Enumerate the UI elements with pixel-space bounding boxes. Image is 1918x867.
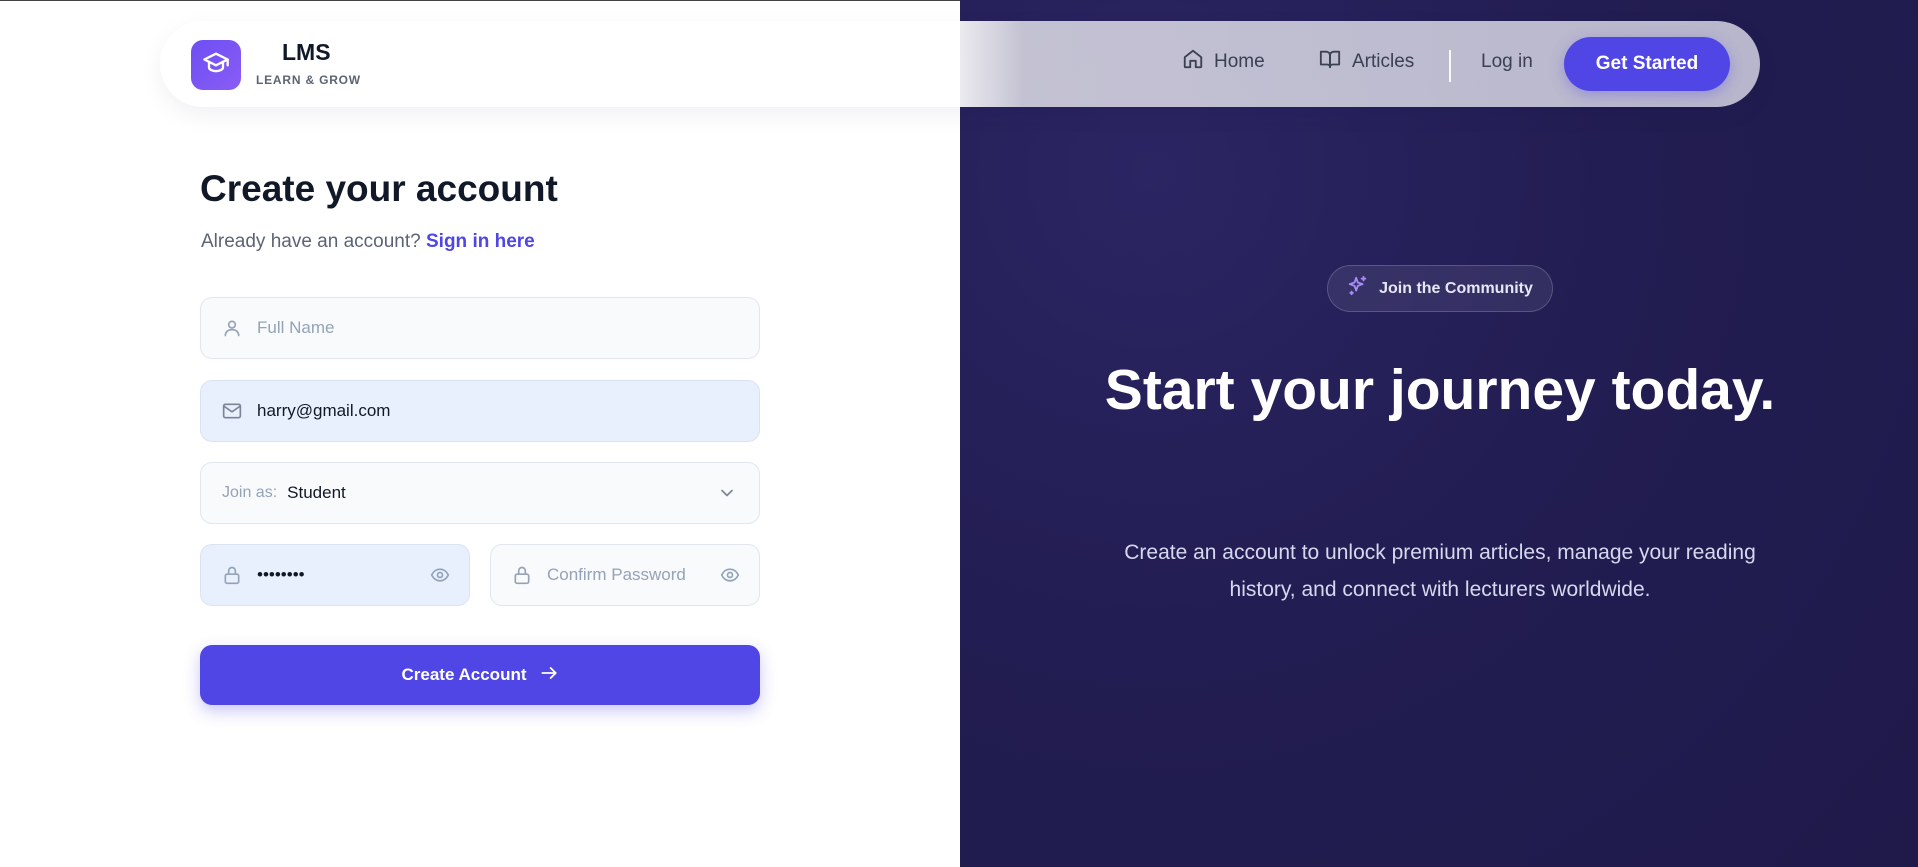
hero-description: Create an account to unlock premium arti… <box>1124 541 1756 601</box>
lock-icon <box>221 564 243 586</box>
sparkles-icon <box>1347 275 1369 302</box>
get-started-button[interactable]: Get Started <box>1564 37 1730 91</box>
navbar: LMS LEARN & GROW Home Articles Log in Ge… <box>160 21 1760 107</box>
email-field[interactable] <box>200 380 760 442</box>
signin-link[interactable]: Sign in here <box>426 231 535 252</box>
full-name-field[interactable] <box>200 297 760 359</box>
password-input[interactable] <box>257 565 406 585</box>
hero-title: Start your journey today. <box>1104 358 1776 422</box>
arrow-right-icon <box>539 663 559 688</box>
chevron-down-icon <box>717 483 737 508</box>
book-open-icon <box>1318 48 1342 76</box>
nav-articles-link[interactable]: Articles <box>1318 48 1414 76</box>
eye-icon[interactable] <box>719 565 741 590</box>
confirm-password-input[interactable] <box>547 565 716 585</box>
role-select[interactable]: Join as: Student <box>200 462 760 524</box>
full-name-input[interactable] <box>257 318 688 338</box>
community-badge: Join the Community <box>1327 265 1553 312</box>
nav-divider <box>1449 50 1451 82</box>
password-field[interactable] <box>200 544 470 606</box>
nav-home-link[interactable]: Home <box>1182 48 1265 76</box>
lock-icon <box>511 564 533 586</box>
nav-articles-label: Articles <box>1352 51 1415 72</box>
confirm-password-field[interactable] <box>490 544 760 606</box>
create-account-label: Create Account <box>401 665 527 684</box>
user-icon <box>221 317 243 339</box>
brand-subtitle: LEARN & GROW <box>256 73 361 87</box>
role-value: Student <box>287 483 346 502</box>
login-link[interactable]: Log in <box>1481 51 1533 73</box>
community-badge-label: Join the Community <box>1379 279 1533 297</box>
nav-home-label: Home <box>1214 51 1265 72</box>
brand-title: LMS <box>282 39 331 65</box>
email-input[interactable] <box>257 401 688 421</box>
create-account-button[interactable]: Create Account <box>200 645 760 705</box>
eye-icon[interactable] <box>429 565 451 590</box>
graduation-cap-icon <box>202 49 230 82</box>
hero-pane <box>960 0 1918 867</box>
logo-badge[interactable] <box>191 40 241 90</box>
home-icon <box>1182 48 1204 76</box>
signin-prompt: Already have an account? Sign in here <box>201 231 535 253</box>
signin-prompt-text: Already have an account? <box>201 231 421 252</box>
mail-icon <box>221 400 243 422</box>
role-label: Join as: <box>222 484 278 501</box>
page-title: Create your account <box>200 168 558 209</box>
